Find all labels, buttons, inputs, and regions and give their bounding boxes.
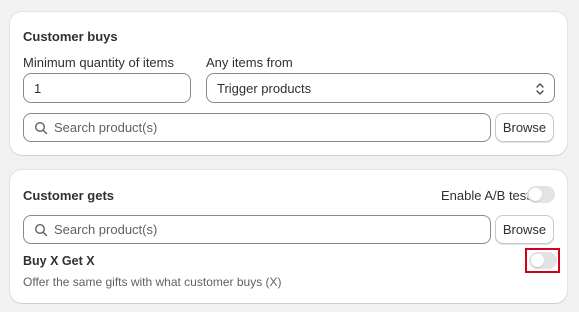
any-items-selected: Trigger products: [217, 80, 312, 96]
gets-search-placeholder: Search product(s): [54, 222, 158, 237]
min-qty-input[interactable]: 1: [23, 73, 191, 103]
ab-test-label: Enable A/B test: [441, 188, 530, 203]
select-chevron-icon: [536, 83, 544, 95]
ab-test-toggle[interactable]: [527, 186, 555, 203]
any-items-select[interactable]: Trigger products: [206, 73, 555, 103]
ab-test-toggle-knob: [529, 188, 542, 201]
customer-buys-title: Customer buys: [23, 29, 118, 44]
customer-gets-card: Customer gets Enable A/B test Search pro…: [10, 170, 567, 303]
min-qty-value: 1: [34, 80, 42, 96]
bxgx-toggle[interactable]: [529, 252, 557, 269]
gets-browse-button[interactable]: Browse: [495, 215, 554, 244]
buys-browse-button[interactable]: Browse: [495, 113, 554, 142]
min-qty-label: Minimum quantity of items: [23, 55, 174, 70]
search-icon: [34, 223, 48, 236]
buys-search-input[interactable]: Search product(s): [23, 113, 491, 142]
bxgx-description: Offer the same gifts with what customer …: [23, 275, 282, 289]
customer-buys-card: Customer buys Minimum quantity of items …: [10, 12, 567, 155]
gets-search-input[interactable]: Search product(s): [23, 215, 491, 244]
buys-search-placeholder: Search product(s): [54, 120, 158, 135]
search-icon: [34, 121, 48, 134]
bxgx-toggle-knob: [531, 254, 544, 267]
bxgx-label: Buy X Get X: [23, 254, 95, 268]
any-items-label: Any items from: [206, 55, 293, 70]
customer-gets-title: Customer gets: [23, 188, 115, 203]
